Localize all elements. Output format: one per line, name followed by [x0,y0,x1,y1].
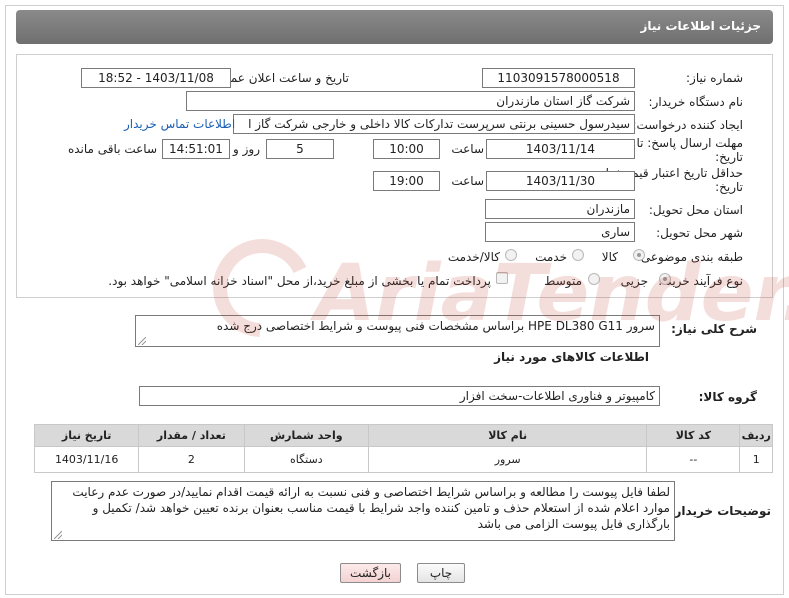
cell-need-date: 1403/11/16 [33,446,140,473]
buyer-notes-label: توضیحات خریدار: [669,504,771,518]
process-radio-minor[interactable] [659,273,671,285]
resize-grip-icon[interactable] [54,531,62,539]
buyer-contact-link[interactable]: اطلاعات تماس خریدار [124,117,235,131]
buyer-notes-field[interactable]: لطفا فایل پیوست را مطالعه و براساس شرایط… [51,481,675,541]
items-table: ردیف کد کالا نام کالا واحد شمارش تعداد /… [33,424,773,473]
cell-goods-name: سرور [368,446,648,473]
treasury-payment-checkbox[interactable] [496,272,508,284]
category-radio-goods-service[interactable] [505,249,517,261]
process-option-minor: جزیی [620,274,648,288]
days-label: روز و [233,142,260,156]
process-radio-medium[interactable] [588,273,600,285]
requester-label: ایجاد کننده درخواست: [632,118,743,132]
send-deadline-label-date: تاریخ: [715,150,743,164]
validity-time-field[interactable]: 19:00 [373,171,440,191]
need-description-label: شرح کلی نیاز: [671,322,757,336]
cell-quantity: 2 [138,446,245,473]
page-title: جزئیات اطلاعات نیاز [16,10,773,44]
requester-field[interactable]: سیدرسول حسینی برنتی سرپرست تدارکات کالا … [233,114,635,134]
province-label: استان محل تحویل: [648,203,743,217]
cell-unit: دستگاه [243,446,370,473]
cell-goods-code: -- [646,446,741,473]
goods-group-label: گروه کالا: [698,390,757,404]
category-option-goods-service: کالا/خدمت [447,250,500,264]
print-button[interactable]: چاپ [417,563,465,583]
treasury-payment-text: پرداخت تمام یا بخشی از مبلغ خرید،از محل … [108,274,491,288]
city-label: شهر محل تحویل: [656,226,743,240]
category-label: طبقه بندی موضوعی: [636,250,743,264]
items-table-header: ردیف کد کالا نام کالا واحد شمارش تعداد /… [33,424,773,447]
category-option-service: خدمت [535,250,567,264]
need-description-field[interactable]: سرور HPE DL380 G11 براساس مشخصات فنی پیو… [135,315,660,347]
need-number-field[interactable]: 1103091578000518 [482,68,635,88]
col-goods-code: کد کالا [646,424,741,447]
need-description-text: سرور HPE DL380 G11 براساس مشخصات فنی پیو… [216,319,655,333]
send-date-field[interactable]: 1403/11/14 [486,139,635,159]
send-time-label: ساعت [451,142,484,156]
remaining-time-label: ساعت باقی مانده [67,142,157,156]
process-option-medium: متوسط [544,274,582,288]
cell-row-number: 1 [739,446,773,473]
send-time-field[interactable]: 10:00 [373,139,440,159]
col-quantity: تعداد / مقدار [138,424,245,447]
buyer-org-field[interactable]: شرکت گاز استان مازندران [186,91,635,111]
resize-grip-icon[interactable] [138,337,146,345]
category-radio-service[interactable] [572,249,584,261]
items-section-title: اطلاعات کالاهای مورد نیاز [494,350,649,364]
price-validity-label-date: تاریخ: [715,180,743,194]
process-type-label: نوع فرآیند خرید : [658,274,743,288]
col-row-number: ردیف [739,424,773,447]
col-unit: واحد شمارش [243,424,370,447]
goods-group-field[interactable]: کامپیوتر و فناوری اطلاعات-سخت افزار [139,386,660,406]
city-field[interactable]: ساری [485,222,635,242]
table-row: 1 -- سرور دستگاه 2 1403/11/16 [33,446,773,473]
province-field[interactable]: مازندران [485,199,635,219]
announce-field[interactable]: 1403/11/08 - 18:52 [81,68,231,88]
remaining-time-field[interactable]: 14:51:01 [162,139,230,159]
validity-time-label: ساعت [451,174,484,188]
category-radio-goods[interactable] [633,249,645,261]
category-option-goods: کالا [601,250,618,264]
validity-date-field[interactable]: 1403/11/30 [486,171,635,191]
buyer-org-label: نام دستگاه خریدار: [648,95,744,109]
send-deadline-label: مهلت ارسال پاسخ: تا [636,136,743,150]
col-need-date: تاریخ نیاز [33,424,140,447]
days-remaining-field[interactable]: 5 [266,139,334,159]
col-goods-name: نام کالا [368,424,648,447]
need-number-label: شماره نیاز: [686,71,743,85]
buyer-notes-text: لطفا فایل پیوست را مطالعه و براساس شرایط… [72,485,670,531]
back-button[interactable]: بازگشت [340,563,401,583]
